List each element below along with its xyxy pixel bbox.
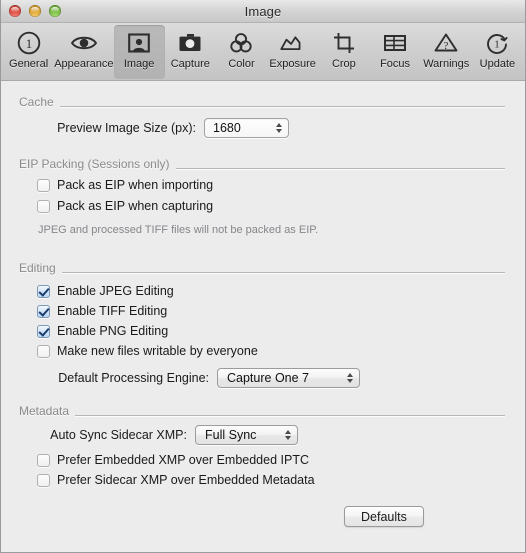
checkbox-label-tiff: Enable TIFF Editing [57, 304, 168, 318]
preferences-window: Image 1 General Appearance Image Capture… [0, 0, 526, 553]
svg-text:1: 1 [495, 38, 501, 50]
checkbox-enable-jpeg-editing[interactable]: Enable JPEG Editing [37, 284, 174, 298]
toolbar-item-image[interactable]: Image [113, 25, 165, 79]
checkbox-box-pack-capturing[interactable] [37, 199, 50, 213]
processing-engine-row: Default Processing Engine: Capture One 7 [39, 368, 360, 388]
checkbox-label-writable: Make new files writable by everyone [57, 344, 258, 358]
section-title-cache: Cache [19, 95, 54, 109]
popup-arrows-icon[interactable] [333, 373, 353, 383]
svg-text:?: ? [444, 40, 449, 52]
toolbar-label-capture: Capture [170, 58, 210, 70]
warning-triangle-icon: ? [431, 29, 461, 56]
section-header-editing: Editing [19, 261, 505, 275]
checkbox-enable-png-editing[interactable]: Enable PNG Editing [37, 324, 168, 338]
checkbox-prefer-embedded-xmp[interactable]: Prefer Embedded XMP over Embedded IPTC [37, 453, 309, 467]
section-title-eip: EIP Packing (Sessions only) [19, 157, 170, 171]
toolbar-item-exposure[interactable]: Exposure [267, 25, 318, 79]
preview-size-stepper[interactable]: 1680 [204, 118, 289, 138]
section-rule-editing [61, 272, 505, 273]
checkbox-pack-eip-importing[interactable]: Pack as EIP when importing [37, 178, 213, 192]
portrait-icon [124, 29, 154, 56]
auto-sync-label: Auto Sync Sidecar XMP: [50, 428, 187, 442]
auto-sync-row: Auto Sync Sidecar XMP: Full Sync [39, 425, 298, 445]
section-rule-metadata [75, 415, 505, 416]
processing-engine-popup[interactable]: Capture One 7 [217, 368, 360, 388]
section-header-eip: EIP Packing (Sessions only) [19, 157, 505, 171]
preferences-toolbar: 1 General Appearance Image Capture Color… [1, 23, 525, 81]
checkbox-label-prefer-embedded: Prefer Embedded XMP over Embedded IPTC [57, 453, 309, 467]
checkbox-label-pack-importing: Pack as EIP when importing [57, 178, 214, 192]
toolbar-label-crop: Crop [331, 58, 356, 70]
stepper-arrows-icon[interactable] [262, 123, 282, 133]
close-button[interactable] [9, 5, 21, 17]
toolbar-item-color[interactable]: Color [216, 25, 267, 79]
eip-note-text: JPEG and processed TIFF files will not b… [38, 224, 319, 236]
checkbox-prefer-sidecar-xmp[interactable]: Prefer Sidecar XMP over Embedded Metadat… [37, 473, 315, 487]
section-rule-cache [59, 106, 505, 107]
checkbox-box-prefer-embedded[interactable] [37, 453, 50, 467]
checkbox-label-prefer-sidecar: Prefer Sidecar XMP over Embedded Metadat… [57, 473, 315, 487]
checkbox-label-png: Enable PNG Editing [57, 324, 169, 338]
toolbar-label-appearance: Appearance [54, 58, 114, 70]
histogram-icon [278, 29, 308, 56]
toolbar-item-appearance[interactable]: Appearance [54, 25, 114, 79]
camera-icon [175, 29, 205, 56]
focus-grid-icon [380, 29, 410, 56]
window-titlebar[interactable]: Image [1, 0, 525, 23]
toolbar-label-image: Image [123, 58, 155, 70]
checkbox-box-pack-importing[interactable] [37, 178, 50, 192]
svg-text:1: 1 [25, 36, 32, 51]
window-controls [9, 5, 61, 17]
preferences-content: Cache Preview Image Size (px): 1680 EIP … [1, 81, 525, 552]
crop-icon [329, 29, 359, 56]
auto-sync-arrows-icon[interactable] [271, 430, 291, 440]
preview-size-label: Preview Image Size (px): [57, 121, 196, 135]
toolbar-label-update: Update [479, 58, 516, 70]
preview-size-value: 1680 [213, 121, 241, 135]
section-header-metadata: Metadata [19, 404, 505, 418]
toolbar-item-focus[interactable]: Focus [369, 25, 420, 79]
processing-engine-value: Capture One 7 [227, 371, 309, 385]
eip-note-row: JPEG and processed TIFF files will not b… [38, 224, 318, 236]
checkbox-box-jpeg[interactable] [37, 284, 50, 298]
checkbox-pack-eip-capturing[interactable]: Pack as EIP when capturing [37, 199, 213, 213]
checkbox-box-png[interactable] [37, 324, 50, 338]
processing-engine-label: Default Processing Engine: [58, 371, 209, 385]
auto-sync-value: Full Sync [205, 428, 257, 442]
preview-size-row: Preview Image Size (px): 1680 [33, 118, 289, 138]
zoom-button[interactable] [49, 5, 61, 17]
color-circles-icon [226, 29, 256, 56]
checkbox-box-prefer-sidecar[interactable] [37, 473, 50, 487]
checkbox-box-tiff[interactable] [37, 304, 50, 318]
toolbar-item-crop[interactable]: Crop [318, 25, 369, 79]
update-circle-icon: 1 [482, 29, 512, 56]
defaults-button[interactable]: Defaults [344, 506, 424, 527]
info-circle-icon: 1 [14, 29, 44, 56]
toolbar-item-capture[interactable]: Capture [165, 25, 216, 79]
section-header-cache: Cache [19, 95, 505, 109]
toolbar-label-warnings: Warnings [423, 58, 470, 70]
checkbox-label-pack-capturing: Pack as EIP when capturing [57, 199, 214, 213]
eye-icon [69, 29, 99, 56]
toolbar-label-general: General [9, 58, 49, 70]
toolbar-label-focus: Focus [380, 58, 411, 70]
toolbar-item-update[interactable]: 1 Update [472, 25, 523, 79]
section-title-metadata: Metadata [19, 404, 70, 418]
section-title-editing: Editing [19, 261, 56, 275]
auto-sync-popup[interactable]: Full Sync [195, 425, 298, 445]
checkbox-make-files-writable[interactable]: Make new files writable by everyone [37, 344, 258, 358]
checkbox-box-writable[interactable] [37, 344, 50, 358]
toolbar-label-exposure: Exposure [269, 58, 316, 70]
checkbox-enable-tiff-editing[interactable]: Enable TIFF Editing [37, 304, 167, 318]
window-title: Image [244, 3, 282, 19]
checkbox-label-jpeg: Enable JPEG Editing [57, 284, 174, 298]
toolbar-item-warnings[interactable]: ? Warnings [421, 25, 472, 79]
section-rule-eip [175, 168, 505, 169]
toolbar-label-color: Color [228, 58, 255, 70]
toolbar-item-general[interactable]: 1 General [3, 25, 54, 79]
minimize-button[interactable] [29, 5, 41, 17]
